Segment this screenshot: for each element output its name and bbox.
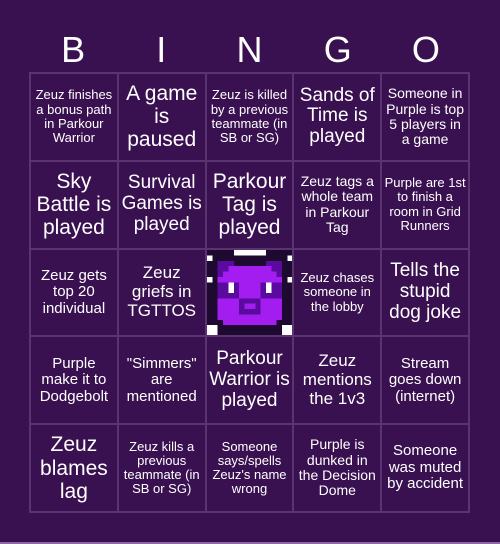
bingo-cell[interactable]: Parkour Warrior is played [205, 336, 294, 425]
free-space[interactable] [205, 248, 294, 337]
header-letter-i: I [156, 29, 167, 70]
bingo-cell[interactable]: Zeuz is killed by a previous teammate (i… [205, 73, 294, 161]
bingo-cell[interactable]: Someone says/spells Zeuz's name wrong [205, 424, 294, 512]
bingo-cell[interactable]: Zeuz tags a whole team in Parkour Tag [293, 160, 382, 249]
header-letter-g: G [323, 29, 352, 70]
bingo-cell[interactable]: Zeuz chases someone in the lobby [293, 248, 382, 337]
bingo-cell[interactable]: Someone in Purple is top 5 players in a … [381, 73, 469, 161]
header-letter-o: O [411, 29, 440, 70]
bingo-cell[interactable]: Zeuz gets top 20 individual [30, 248, 118, 337]
header-letter-n: N [236, 29, 263, 70]
bingo-cell[interactable]: Zeuz griefs in TGTTOS [117, 248, 206, 337]
bingo-card: Zeuz finishes a bonus path in Parkour Wa… [29, 72, 470, 513]
header-letter-b: B [61, 29, 86, 70]
bingo-cell[interactable]: Sky Battle is played [30, 160, 118, 249]
bingo-cell[interactable]: Purple is dunked in the Decision Dome [293, 424, 382, 512]
bingo-cell[interactable]: Someone was muted by accident [381, 424, 469, 512]
bingo-header: B I N G O [29, 28, 470, 72]
bingo-cell[interactable]: Survival Games is played [117, 160, 206, 249]
bingo-cell[interactable]: Zeuz blames lag [30, 424, 118, 512]
purple-panda-icon [206, 249, 293, 336]
bingo-cell[interactable]: Zeuz mentions the 1v3 [293, 336, 382, 425]
bingo-cell[interactable]: Purple make it to Dodgebolt [30, 336, 118, 425]
bingo-cell[interactable]: A game is paused [117, 73, 206, 161]
bingo-cell[interactable]: Sands of Time is played [293, 73, 382, 161]
bingo-cell[interactable]: Zeuz finishes a bonus path in Parkour Wa… [30, 73, 118, 161]
bingo-cell[interactable]: Tells the stupid dog joke [381, 248, 469, 337]
bingo-cell[interactable]: "Simmers" are mentioned [117, 336, 206, 425]
bingo-cell[interactable]: Parkour Tag is played [205, 160, 294, 249]
bingo-cell[interactable]: Purple are 1st to finish a room in Grid … [381, 160, 469, 249]
bingo-cell[interactable]: Zeuz kills a previous teammate (in SB or… [117, 424, 206, 512]
bingo-cell[interactable]: Stream goes down (internet) [381, 336, 469, 425]
